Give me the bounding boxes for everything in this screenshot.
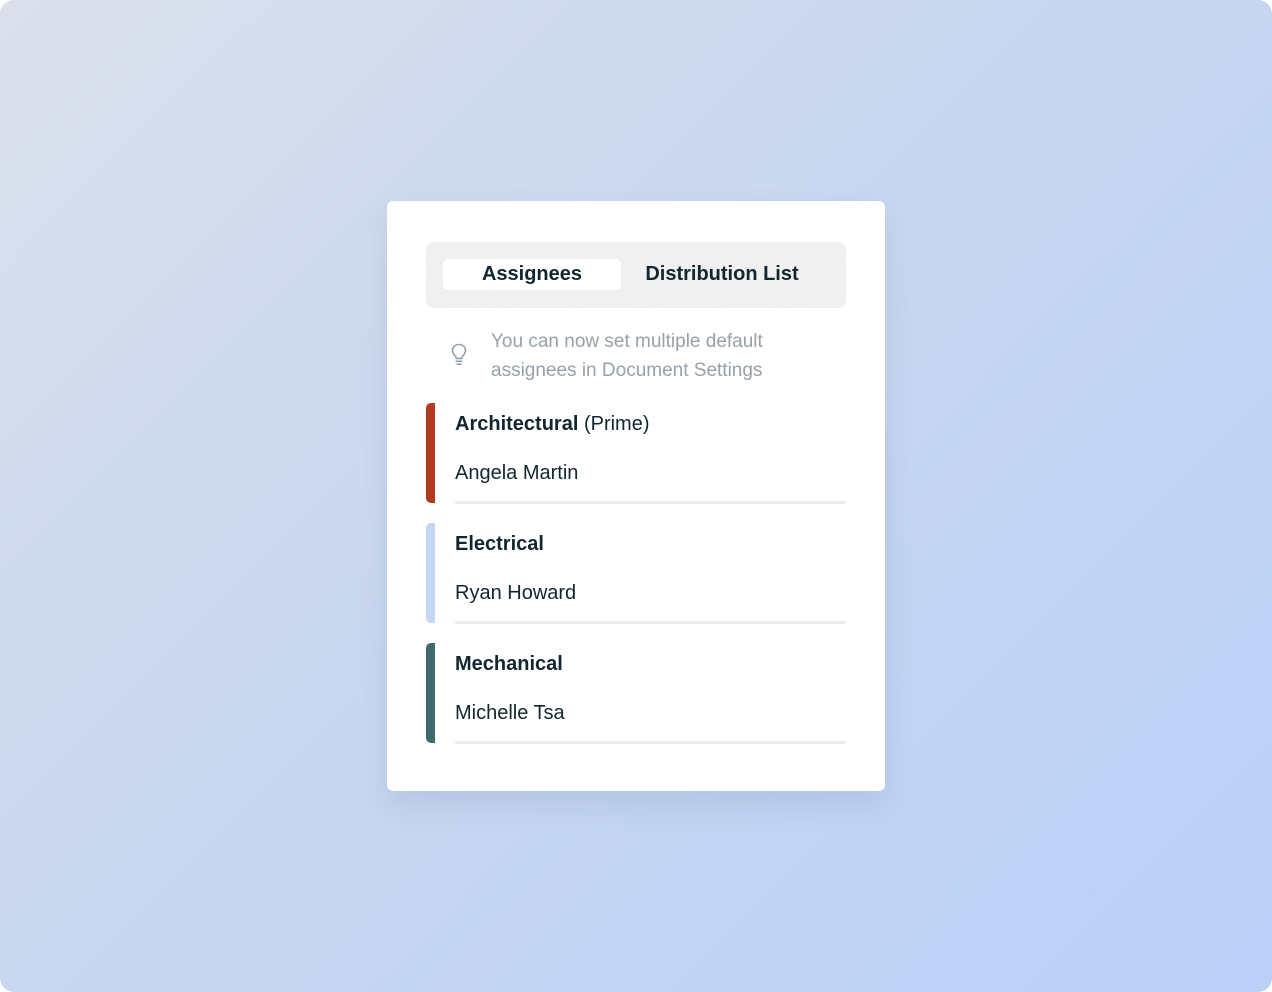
group-color-bar xyxy=(426,403,435,503)
tab-assignees[interactable]: Assignees xyxy=(443,259,621,290)
assignee-group-mechanical[interactable]: Mechanical Michelle Tsa xyxy=(426,643,846,744)
tab-distribution-list[interactable]: Distribution List xyxy=(628,259,816,290)
group-name: Architectural xyxy=(455,413,579,435)
divider xyxy=(455,501,846,504)
group-name: Mechanical xyxy=(455,653,563,675)
assignee-name[interactable]: Ryan Howard xyxy=(455,580,576,606)
assignee-group-electrical[interactable]: Electrical Ryan Howard xyxy=(426,523,846,624)
divider xyxy=(455,741,846,744)
group-color-bar xyxy=(426,643,435,743)
lightbulb-icon xyxy=(451,343,467,366)
background: Assignees Distribution List You can now … xyxy=(0,0,1272,992)
tip-banner: You can now set multiple default assigne… xyxy=(445,327,825,387)
assignee-name[interactable]: Angela Martin xyxy=(455,460,578,486)
group-color-bar xyxy=(426,523,435,623)
assignees-panel: Assignees Distribution List You can now … xyxy=(387,201,885,791)
assignee-name[interactable]: Michelle Tsa xyxy=(455,700,565,726)
tip-text: You can now set multiple default assigne… xyxy=(491,331,763,381)
group-suffix: (Prime) xyxy=(583,413,650,435)
group-title: Mechanical xyxy=(455,651,563,677)
assignee-group-architectural[interactable]: Architectural (Prime) Angela Martin xyxy=(426,403,846,504)
group-title: Electrical xyxy=(455,531,544,557)
divider xyxy=(455,621,846,624)
group-title: Architectural (Prime) xyxy=(455,411,649,437)
tab-switcher: Assignees Distribution List xyxy=(426,242,846,308)
group-name: Electrical xyxy=(455,533,544,555)
